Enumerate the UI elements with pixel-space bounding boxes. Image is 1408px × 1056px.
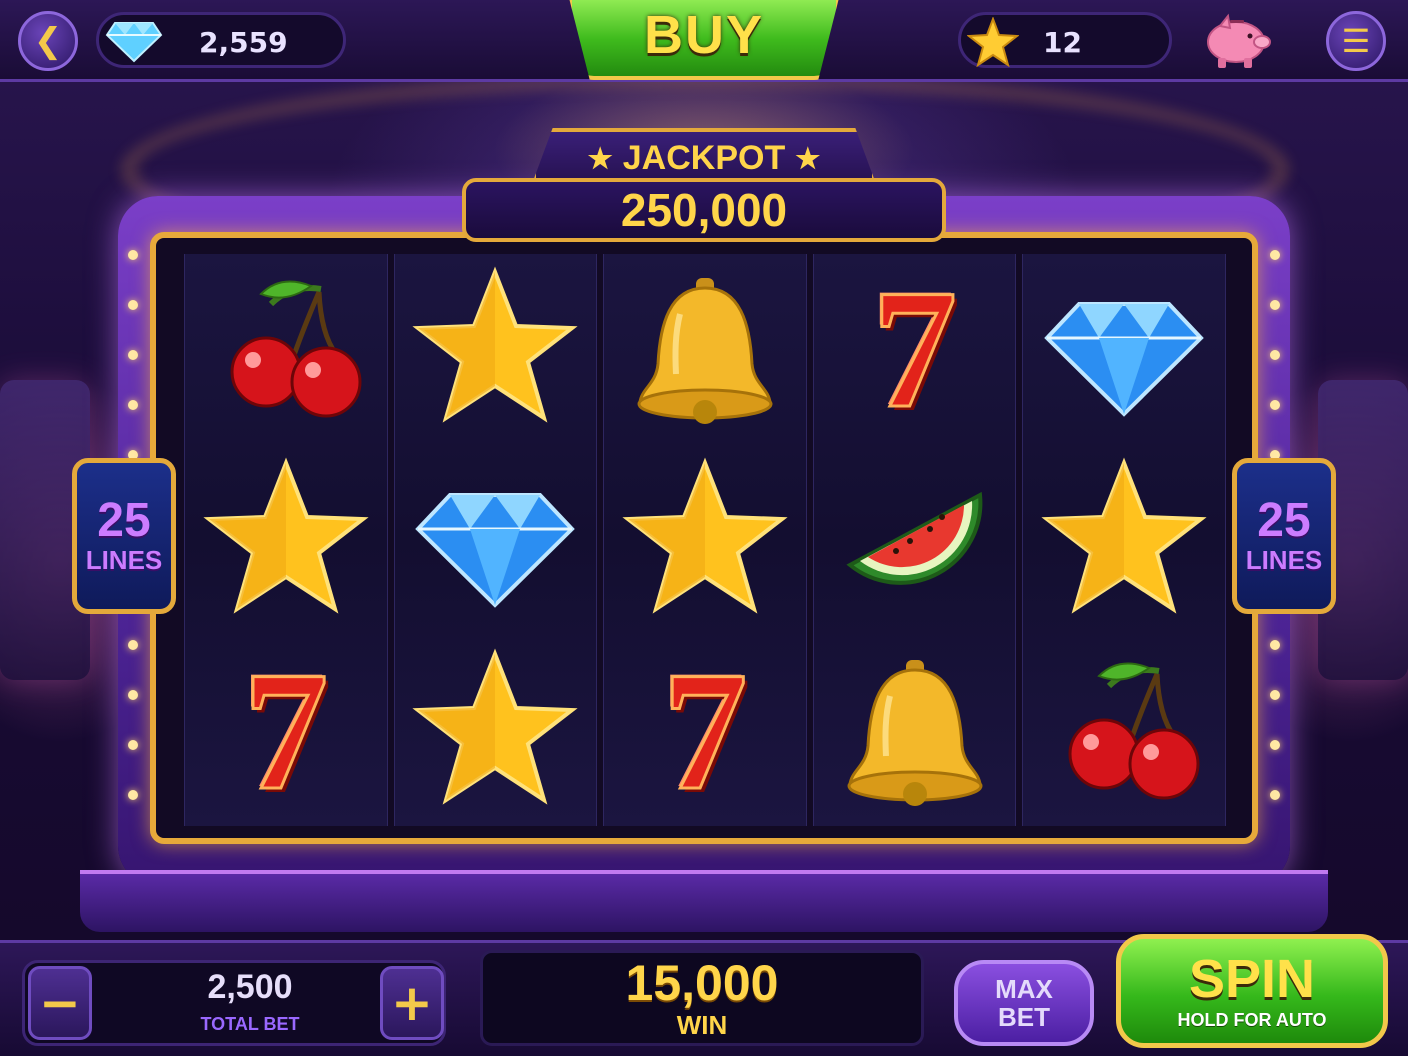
gems-balance: 2,559 [96, 12, 346, 68]
lines-count: 25 [1257, 493, 1311, 547]
star-icon [967, 17, 1019, 67]
cherry-icon [1068, 662, 1200, 800]
bell-icon [637, 278, 773, 425]
max-bet-label-line2: BET [998, 1002, 1050, 1032]
jackpot-value: 250,000 [462, 178, 946, 242]
buy-label: BUY [643, 5, 764, 65]
lines-count: 25 [97, 493, 151, 547]
star-icon [412, 648, 578, 805]
seven-icon: 7 [242, 636, 330, 825]
max-bet-button[interactable]: MAX BET [954, 960, 1094, 1046]
star-icon [412, 266, 578, 423]
star-symbol [1039, 455, 1209, 625]
lines-badge-right: 25 LINES [1232, 458, 1336, 614]
reel-1: 7 [184, 254, 388, 826]
seven-icon: 7 [871, 255, 959, 444]
stars-balance: 12 [958, 12, 1172, 68]
jackpot-label: JACKPOT [622, 138, 786, 177]
menu-button[interactable]: ☰ [1326, 11, 1386, 71]
lines-label: LINES [1245, 544, 1323, 575]
watermelon-icon [845, 491, 982, 585]
reel-2 [393, 254, 598, 826]
cherry-symbol [1039, 646, 1209, 816]
jackpot-header: ★ JACKPOT ★ [532, 128, 876, 184]
diamond-icon [415, 492, 576, 608]
hamburger-menu-icon: ☰ [1341, 22, 1371, 60]
slot-machine-base [80, 870, 1328, 932]
minus-icon: − [39, 974, 81, 1032]
bell-icon [847, 659, 983, 806]
plus-icon: + [391, 974, 433, 1032]
max-bet-label-line1: MAX [995, 974, 1053, 1004]
diamond-icon [1044, 302, 1204, 418]
cherry-icon [230, 280, 362, 418]
decrease-bet-button[interactable]: − [28, 966, 92, 1040]
star-symbol [201, 455, 371, 625]
increase-bet-button[interactable]: + [380, 966, 444, 1040]
bell-symbol [620, 264, 790, 434]
cherry-symbol [201, 264, 371, 434]
star-symbol [410, 646, 580, 816]
bell-symbol [830, 646, 1000, 816]
star-icon: ★ [795, 142, 821, 174]
spin-label: SPIN [1188, 948, 1316, 1009]
spin-button[interactable]: SPIN HOLD FOR AUTO [1116, 934, 1388, 1048]
piggy-bank-button[interactable] [1198, 12, 1274, 70]
lines-label: LINES [85, 544, 163, 575]
gems-value: 2,559 [199, 26, 288, 59]
total-bet-value: 2,500 [207, 968, 293, 1006]
seven-symbol: 7 [201, 636, 371, 825]
total-bet-label: TOTAL BET [200, 1014, 300, 1034]
seven-symbol: 7 [620, 636, 790, 825]
star-symbol [620, 455, 790, 625]
buy-button[interactable]: BUY [568, 0, 840, 80]
win-value: 15,000 [625, 955, 779, 1011]
spin-sublabel: HOLD FOR AUTO [1177, 1009, 1327, 1030]
reels-area: 7 7 7 [184, 254, 1226, 826]
reel-5 [1022, 254, 1226, 826]
star-symbol [410, 264, 580, 434]
win-label: WIN [676, 1010, 728, 1040]
chevron-left-icon: ❮ [33, 21, 63, 61]
star-icon [203, 457, 369, 614]
seven-icon: 7 [661, 636, 749, 825]
lines-badge-left: 25 LINES [72, 458, 176, 614]
reel-3: 7 [603, 254, 807, 826]
seven-symbol: 7 [830, 255, 1000, 444]
watermelon-symbol [830, 455, 1000, 625]
diamond-symbol [1039, 264, 1209, 434]
piggy-bank-icon [1207, 13, 1271, 68]
diamond-icon [105, 22, 163, 63]
star-icon: ★ [587, 142, 613, 174]
back-button[interactable]: ❮ [18, 11, 78, 71]
diamond-symbol [410, 455, 580, 625]
star-icon [622, 457, 788, 614]
reel-4: 7 [812, 254, 1017, 826]
stars-value: 12 [1043, 26, 1082, 59]
star-icon [1041, 457, 1207, 614]
